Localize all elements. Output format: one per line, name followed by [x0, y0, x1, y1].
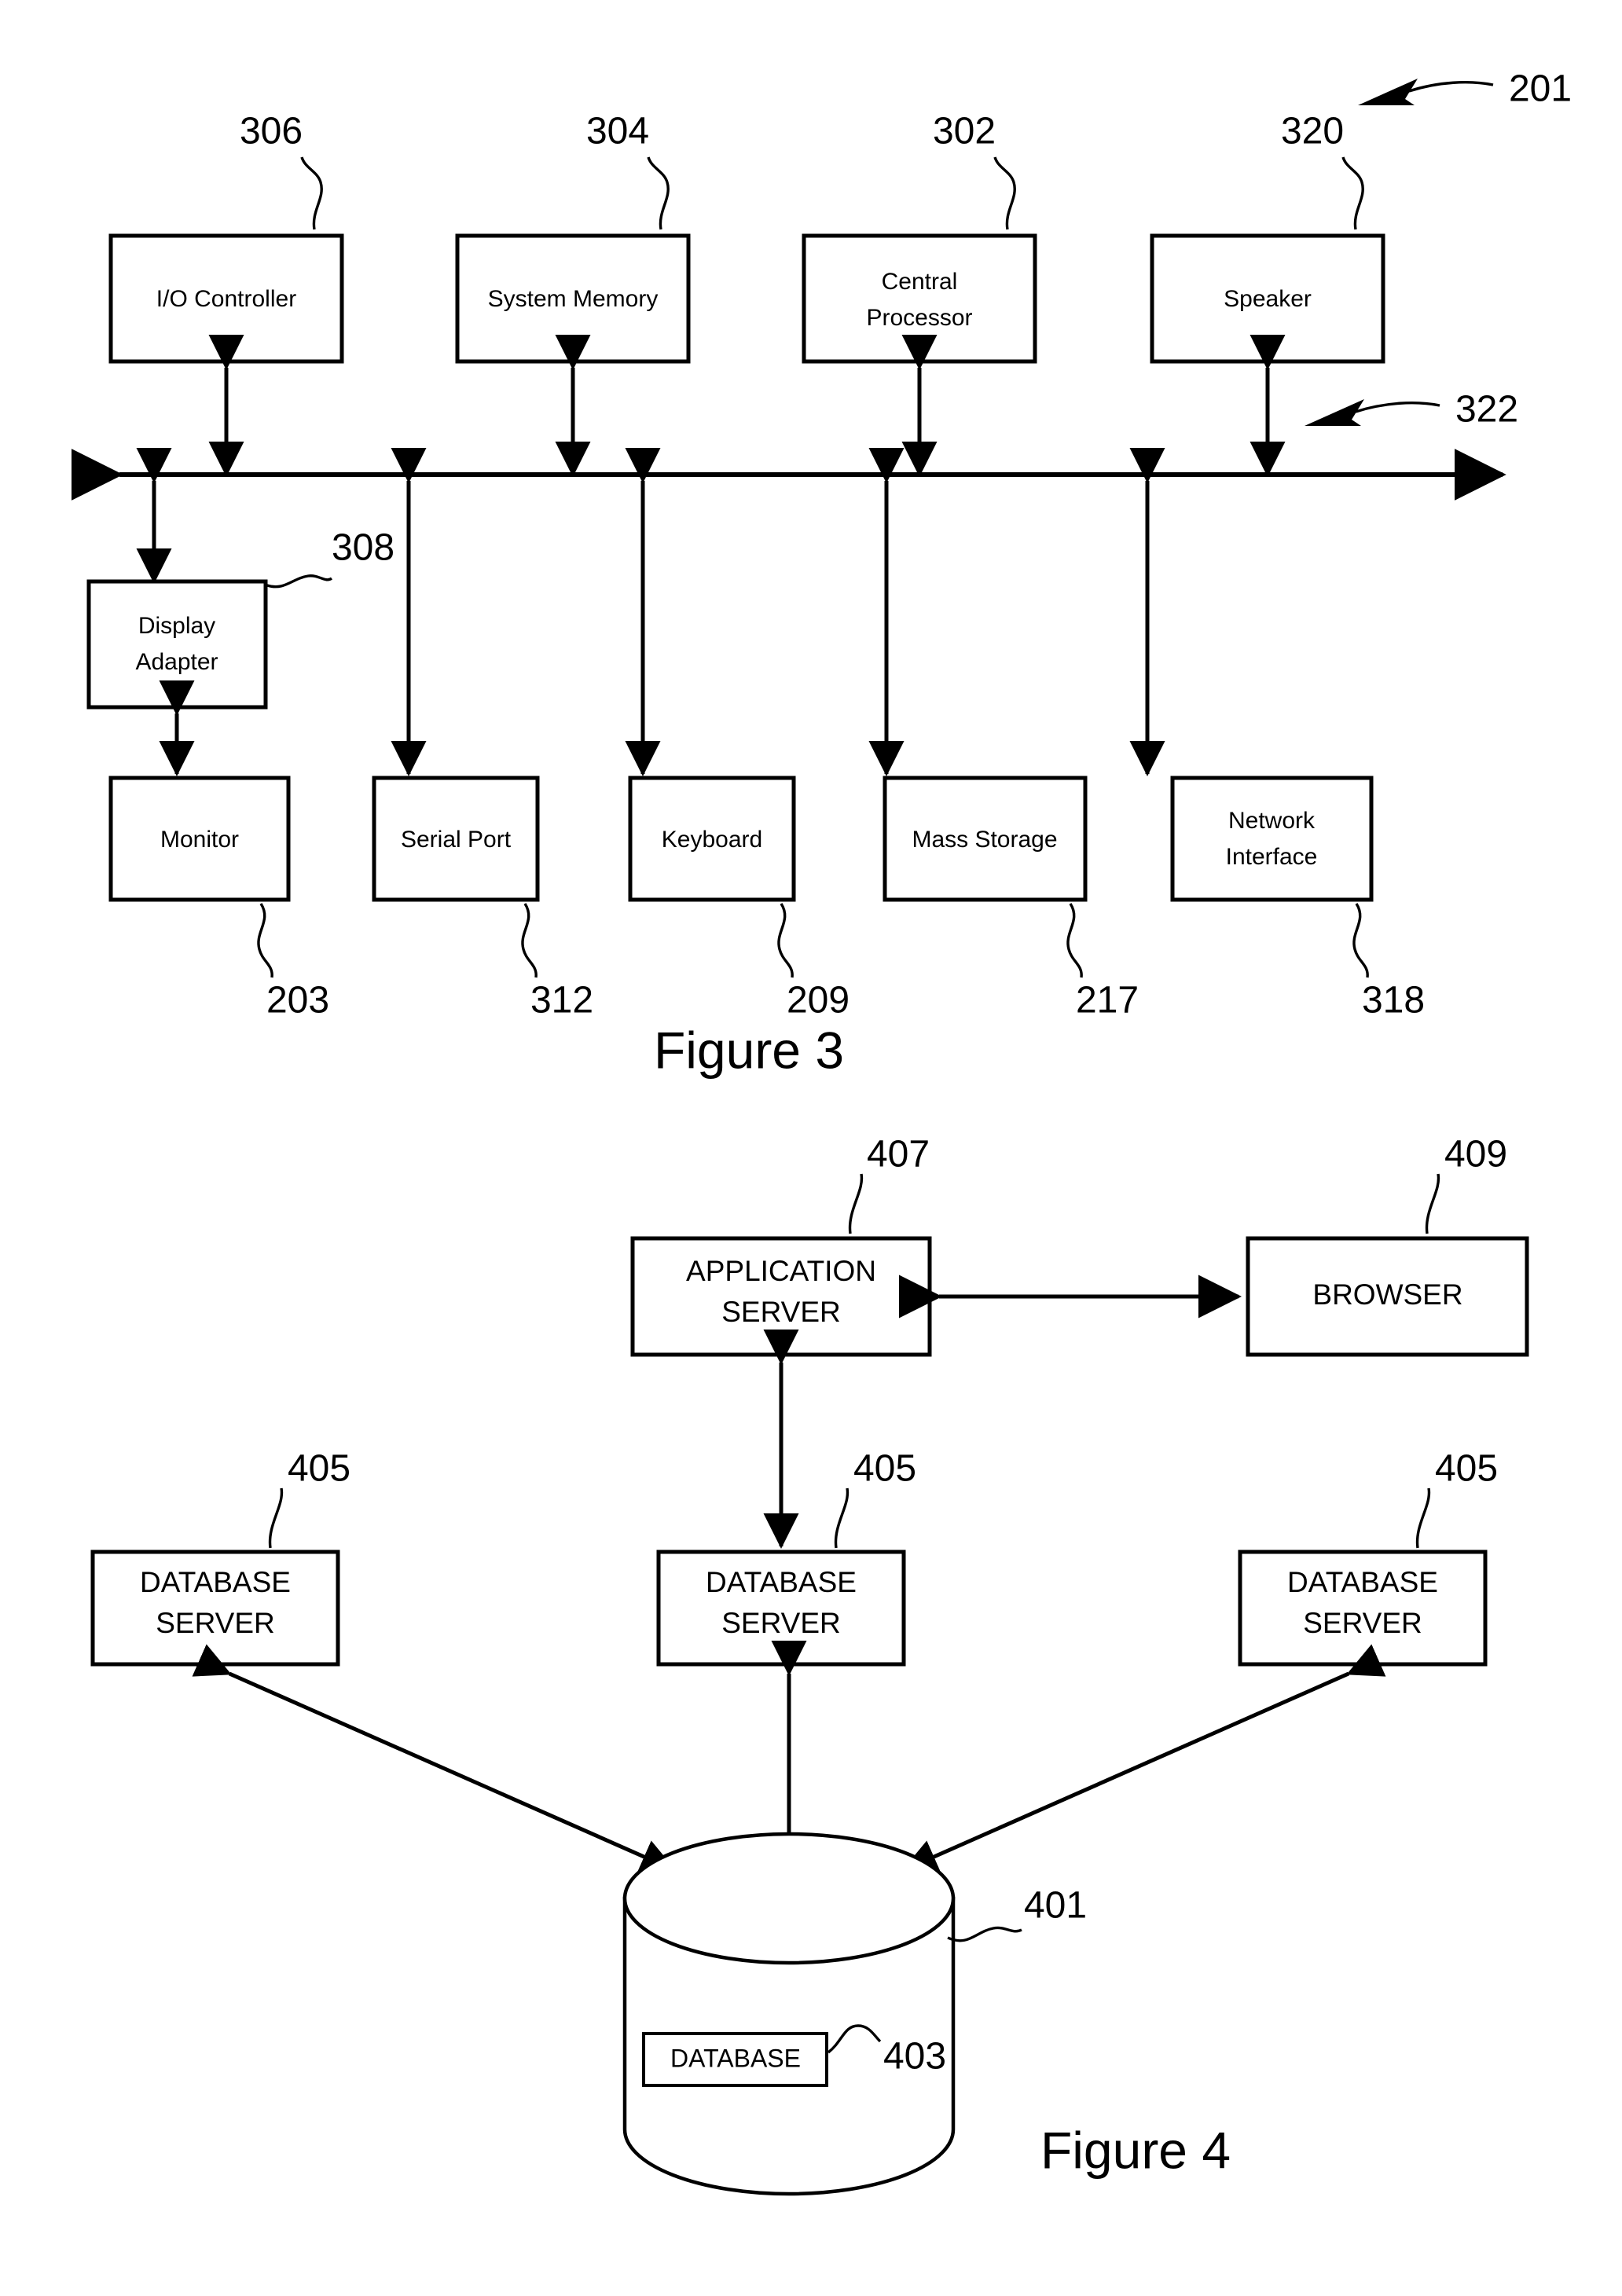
box-monitor-label: Monitor [160, 827, 239, 853]
figure-4-group: APPLICATION SERVER 407 BROWSER 409 DATAB… [90, 1134, 1529, 2196]
box-serial-port-label: Serial Port [401, 827, 512, 853]
ref-401-leader [947, 1926, 1022, 1942]
box-mass-storage[interactable]: Mass Storage [883, 776, 1088, 902]
box-keyboard-label: Keyboard [662, 827, 762, 853]
box-display-adapter-label-1: Display [138, 613, 215, 639]
ref-label-209: 209 [787, 980, 850, 1021]
connector-database-server-left-datastore [192, 1644, 677, 1873]
box-central-processor[interactable]: Central Processor [802, 233, 1037, 364]
ref-306-leader [300, 156, 323, 230]
box-mass-storage-label: Mass Storage [912, 827, 1057, 853]
box-system-memory[interactable]: System Memory [455, 233, 691, 364]
ref-320-leader [1341, 156, 1364, 230]
ref-label-312: 312 [530, 980, 593, 1021]
ref-label-306: 306 [240, 111, 303, 152]
box-display-adapter-label-2: Adapter [135, 649, 218, 675]
ref-label-405-right: 405 [1435, 1448, 1498, 1490]
box-database-server-right[interactable]: DATABASE SERVER [1238, 1550, 1488, 1667]
ref-308-leader [266, 574, 333, 589]
box-database-server-center[interactable]: DATABASE SERVER [656, 1550, 906, 1667]
ref-label-322: 322 [1455, 389, 1518, 431]
ref-322-arrowhead [1305, 399, 1364, 426]
ref-312-leader [521, 903, 538, 978]
box-browser[interactable]: BROWSER [1246, 1236, 1529, 1357]
ref-label-203: 203 [266, 980, 329, 1021]
box-network-interface-label-1: Network [1228, 808, 1316, 834]
ref-label-217: 217 [1076, 980, 1139, 1021]
box-application-server[interactable]: APPLICATION SERVER [630, 1236, 932, 1357]
box-database-server-center-label-2: SERVER [721, 1607, 841, 1639]
box-speaker[interactable]: Speaker [1150, 233, 1385, 364]
ref-209-leader [777, 903, 794, 978]
datastore-cylinder[interactable] [622, 1832, 956, 2196]
ref-203-leader [257, 903, 273, 978]
connector-database-server-right-datastore [901, 1644, 1386, 1873]
ref-407-leader [848, 1173, 864, 1234]
figure-3-group: 201 I/O Controller 306 System Memory 304… [71, 68, 1572, 1079]
ref-label-405-left: 405 [288, 1448, 350, 1490]
ref-label-308: 308 [332, 527, 394, 569]
ref-302-leader [993, 156, 1016, 230]
box-keyboard[interactable]: Keyboard [628, 776, 796, 902]
ref-405-center-leader [834, 1487, 850, 1549]
ref-label-201: 201 [1509, 68, 1572, 110]
ref-label-302: 302 [933, 111, 996, 152]
figure-4-caption: Figure 4 [1040, 2121, 1231, 2179]
figure-3-caption: Figure 3 [654, 1021, 844, 1079]
ref-201-leader [1358, 79, 1494, 105]
patent-drawing-sheet: 201 I/O Controller 306 System Memory 304… [0, 0, 1622, 2296]
ref-label-320: 320 [1281, 111, 1344, 152]
box-monitor[interactable]: Monitor [108, 776, 291, 902]
box-speaker-label: Speaker [1224, 286, 1312, 312]
box-io-controller-label: I/O Controller [156, 286, 296, 312]
ref-label-403: 403 [883, 2036, 946, 2078]
ref-label-401: 401 [1024, 1885, 1087, 1927]
ref-217-leader [1066, 903, 1083, 978]
box-io-controller[interactable]: I/O Controller [108, 233, 344, 364]
box-database-server-left-label-2: SERVER [156, 1607, 275, 1639]
ref-405-right-leader [1415, 1487, 1431, 1549]
ref-405-left-leader [268, 1487, 284, 1549]
box-database-server-right-label-1: DATABASE [1287, 1566, 1438, 1598]
ref-label-318: 318 [1362, 980, 1425, 1021]
box-database-server-left-label-1: DATABASE [140, 1566, 291, 1598]
box-display-adapter[interactable]: Display Adapter [86, 579, 268, 710]
box-system-memory-label: System Memory [488, 286, 659, 312]
box-central-processor-label-1: Central [882, 269, 958, 295]
box-network-interface[interactable]: Network Interface [1170, 776, 1374, 902]
ref-label-409: 409 [1444, 1134, 1507, 1176]
ref-label-405-center: 405 [853, 1448, 916, 1490]
box-database-server-right-label-2: SERVER [1303, 1607, 1422, 1639]
ref-label-304: 304 [586, 111, 649, 152]
ref-label-407: 407 [867, 1134, 930, 1176]
ref-409-leader [1425, 1173, 1440, 1234]
box-application-server-label-1: APPLICATION [686, 1255, 876, 1287]
box-application-server-label-2: SERVER [721, 1296, 841, 1328]
ref-304-leader [647, 156, 670, 230]
box-browser-label: BROWSER [1312, 1278, 1462, 1311]
ref-201-arrowhead [1358, 79, 1418, 105]
ref-318-leader [1352, 903, 1369, 978]
box-database-server-left[interactable]: DATABASE SERVER [90, 1550, 340, 1667]
datastore-inner-box[interactable]: DATABASE [642, 2032, 828, 2087]
box-database-server-center-label-1: DATABASE [706, 1566, 857, 1598]
box-network-interface-label-2: Interface [1226, 844, 1318, 870]
ref-322-leader [1305, 399, 1440, 426]
box-serial-port[interactable]: Serial Port [372, 776, 540, 902]
figures-canvas: 201 I/O Controller 306 System Memory 304… [71, 68, 1572, 2196]
datastore-inner-label: DATABASE [670, 2044, 801, 2072]
box-central-processor-label-2: Processor [866, 305, 972, 331]
